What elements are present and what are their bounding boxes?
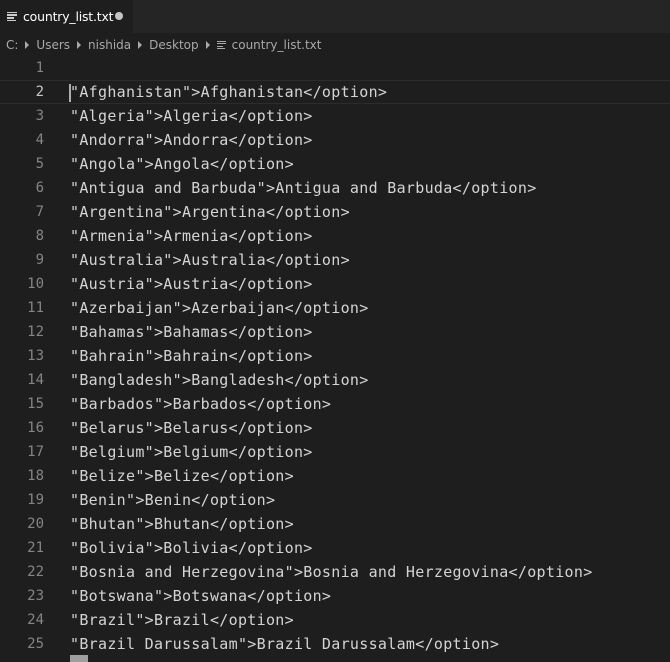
editor-line[interactable]: 16 "Belarus">Belarus</option> xyxy=(0,416,670,440)
code-area[interactable]: 1 2 "Afghanistan">Afghanistan</option> 3 "Al… xyxy=(0,56,670,662)
line-text[interactable]: "Bahamas">Bahamas</option> xyxy=(70,320,313,344)
line-number: 17 xyxy=(27,444,44,460)
line-number: 8 xyxy=(35,228,44,244)
line-number: 25 xyxy=(27,636,44,652)
line-number: 19 xyxy=(27,492,44,508)
line-text[interactable]: "Bahrain">Bahrain</option> xyxy=(70,344,313,368)
line-number: 11 xyxy=(27,300,44,316)
line-text[interactable]: "Australia">Australia</option> xyxy=(70,248,350,272)
line-text[interactable]: "Bolivia">Bolivia</option> xyxy=(70,536,313,560)
line-text[interactable]: "Belarus">Belarus</option> xyxy=(70,416,313,440)
editor-line[interactable]: 20 "Bhutan">Bhutan</option> xyxy=(0,512,670,536)
breadcrumb-user[interactable]: nishida xyxy=(88,38,131,52)
line-number: 22 xyxy=(27,564,44,580)
chevron-right-icon xyxy=(77,41,82,49)
chevron-right-icon xyxy=(205,41,210,49)
line-number: 12 xyxy=(27,324,44,340)
editor-line[interactable]: 3 "Algeria">Algeria</option> xyxy=(0,104,670,128)
line-number: 3 xyxy=(35,108,44,124)
line-text[interactable]: "Algeria">Algeria</option> xyxy=(70,104,313,128)
editor-line[interactable]: 17 "Belgium">Belgium</option> xyxy=(0,440,670,464)
editor-line[interactable]: 9 "Australia">Australia</option> xyxy=(0,248,670,272)
line-number: 9 xyxy=(35,252,44,268)
editor-line[interactable]: 2 "Afghanistan">Afghanistan</option> xyxy=(0,80,670,104)
lines-file-icon xyxy=(7,11,17,22)
line-text[interactable]: "Bhutan">Bhutan</option> xyxy=(70,512,294,536)
editor-line[interactable]: 24 "Brazil">Brazil</option> xyxy=(0,608,670,632)
line-number: 15 xyxy=(27,396,44,412)
line-text[interactable]: "Armenia">Armenia</option> xyxy=(70,224,313,248)
line-text[interactable]: "Andorra">Andorra</option> xyxy=(70,128,313,152)
editor-line[interactable]: 1 xyxy=(0,56,670,80)
line-text[interactable]: "Azerbaijan">Azerbaijan</option> xyxy=(70,296,369,320)
line-text[interactable]: "Afghanistan">Afghanistan</option> xyxy=(70,81,387,105)
line-text[interactable]: "Belgium">Belgium</option> xyxy=(70,440,313,464)
line-number: 24 xyxy=(27,612,44,628)
line-number: 14 xyxy=(27,372,44,388)
partial-next-line xyxy=(70,655,88,662)
line-text[interactable]: "Brazil">Brazil</option> xyxy=(70,608,294,632)
editor-line[interactable]: 22 "Bosnia and Herzegovina">Bosnia and He… xyxy=(0,560,670,584)
line-number: 5 xyxy=(35,156,44,172)
lines-file-icon xyxy=(216,40,226,50)
breadcrumb-desktop[interactable]: Desktop xyxy=(149,38,199,52)
line-text[interactable]: "Barbados">Barbados</option> xyxy=(70,392,331,416)
line-text[interactable]: "Angola">Angola</option> xyxy=(70,152,294,176)
editor-line[interactable]: 11 "Azerbaijan">Azerbaijan</option> xyxy=(0,296,670,320)
line-text[interactable]: "Belize">Belize</option> xyxy=(70,464,294,488)
line-number: 7 xyxy=(35,204,44,220)
tab-country-list[interactable]: country_list.txt xyxy=(0,0,133,33)
line-number: 13 xyxy=(27,348,44,364)
line-number: 20 xyxy=(27,516,44,532)
line-number: 10 xyxy=(27,276,44,292)
editor-line[interactable]: 18 "Belize">Belize</option> xyxy=(0,464,670,488)
line-text[interactable]: "Argentina">Argentina</option> xyxy=(70,200,350,224)
editor-line[interactable]: 14 "Bangladesh">Bangladesh</option> xyxy=(0,368,670,392)
editor-line[interactable]: 12 "Bahamas">Bahamas</option> xyxy=(0,320,670,344)
breadcrumb-users[interactable]: Users xyxy=(36,38,70,52)
line-text[interactable]: "Antigua and Barbuda">Antigua and Barbud… xyxy=(70,176,537,200)
breadcrumb: C: Users nishida Desktop country_list.tx… xyxy=(0,33,670,57)
line-text[interactable]: "Bangladesh">Bangladesh</option> xyxy=(70,368,369,392)
editor-line[interactable]: 10 "Austria">Austria</option> xyxy=(0,272,670,296)
line-number: 16 xyxy=(27,420,44,436)
tab-bar: country_list.txt xyxy=(0,0,670,33)
editor-line[interactable]: 8 "Armenia">Armenia</option> xyxy=(0,224,670,248)
editor-window: country_list.txt C: Users nishida Deskto… xyxy=(0,0,670,662)
unsaved-dot-icon[interactable] xyxy=(115,12,123,20)
editor-line[interactable]: 25 "Brazil Darussalam">Brazil Darussalam<… xyxy=(0,632,670,656)
line-text[interactable]: "Benin">Benin</option> xyxy=(70,488,275,512)
editor-line[interactable]: 21 "Bolivia">Bolivia</option> xyxy=(0,536,670,560)
chevron-right-icon xyxy=(138,41,143,49)
line-number: 21 xyxy=(27,540,44,556)
line-number: 2 xyxy=(35,84,44,100)
line-text[interactable]: "Botswana">Botswana</option> xyxy=(70,584,331,608)
line-text[interactable]: "Bosnia and Herzegovina">Bosnia and Herz… xyxy=(70,560,593,584)
editor-line[interactable]: 7 "Argentina">Argentina</option> xyxy=(0,200,670,224)
editor-line[interactable]: 19 "Benin">Benin</option> xyxy=(0,488,670,512)
editor-line[interactable]: 6 "Antigua and Barbuda">Antigua and Barbu… xyxy=(0,176,670,200)
editor-line[interactable]: 4 "Andorra">Andorra</option> xyxy=(0,128,670,152)
line-text[interactable]: "Austria">Austria</option> xyxy=(70,272,313,296)
tab-label: country_list.txt xyxy=(23,9,114,24)
line-number: 18 xyxy=(27,468,44,484)
breadcrumb-file[interactable]: country_list.txt xyxy=(232,38,322,52)
chevron-right-icon xyxy=(25,41,30,49)
line-number: 1 xyxy=(35,60,44,76)
editor-line[interactable]: 15 "Barbados">Barbados</option> xyxy=(0,392,670,416)
editor-line[interactable]: 13 "Bahrain">Bahrain</option> xyxy=(0,344,670,368)
breadcrumb-drive[interactable]: C: xyxy=(6,38,18,52)
text-cursor xyxy=(69,84,71,102)
line-number: 6 xyxy=(35,180,44,196)
line-text[interactable]: "Brazil Darussalam">Brazil Darussalam</o… xyxy=(70,632,499,656)
line-number: 4 xyxy=(35,132,44,148)
editor-line[interactable]: 5 "Angola">Angola</option> xyxy=(0,152,670,176)
editor-line[interactable]: 23 "Botswana">Botswana</option> xyxy=(0,584,670,608)
line-number: 23 xyxy=(27,588,44,604)
